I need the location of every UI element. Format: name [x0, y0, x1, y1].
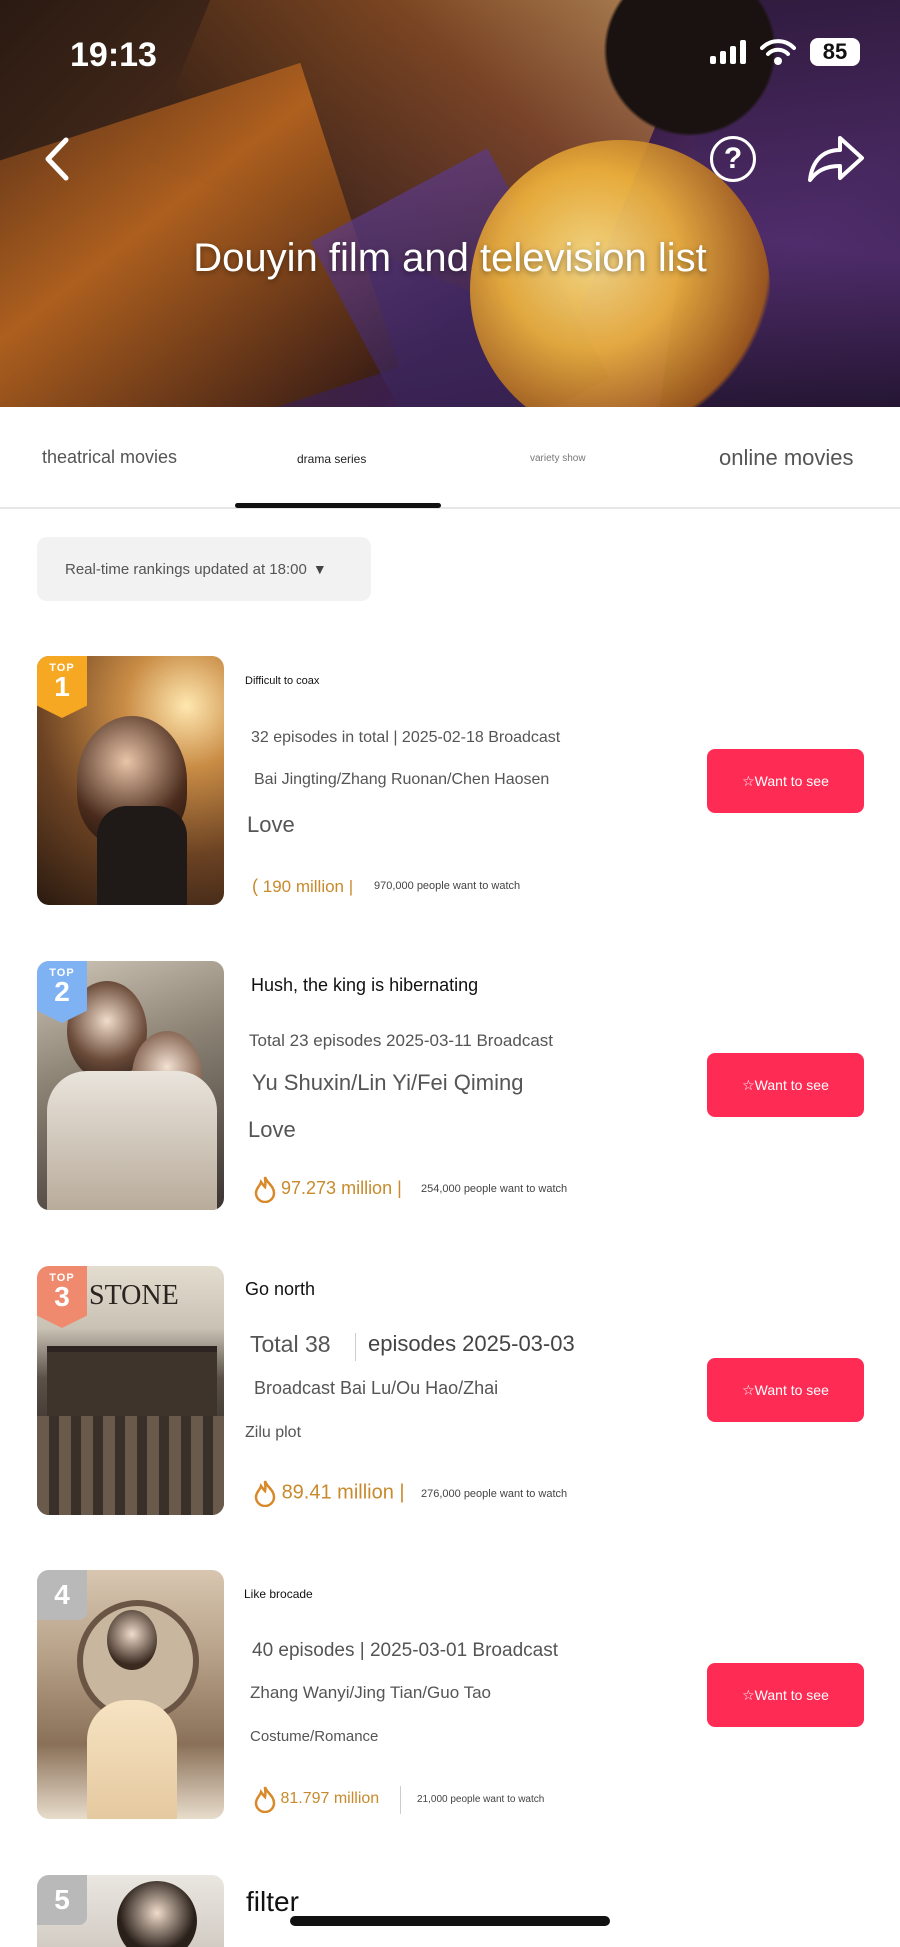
- status-time: 19:13: [70, 36, 157, 74]
- item-genre: Costume/Romance: [250, 1728, 379, 1745]
- ranking-update-dropdown[interactable]: Real-time rankings updated at 18:00 ▼: [37, 537, 371, 601]
- item-episodes: Total 23 episodes 2025-03-11 Broadcast: [249, 1031, 553, 1050]
- item-episodes: 40 episodes | 2025-03-01 Broadcast: [252, 1640, 558, 1661]
- item-episodes: 32 episodes in total | 2025-02-18 Broadc…: [251, 729, 561, 746]
- back-icon[interactable]: [38, 134, 78, 184]
- rank-badge: 4: [37, 1570, 87, 1620]
- tab-theatrical-movies[interactable]: theatrical movies: [42, 447, 177, 468]
- item-title: Hush, the king is hibernating: [251, 975, 479, 995]
- item-want-count: 254,000 people want to watch: [421, 1183, 568, 1195]
- caret-down-icon: ▼: [312, 561, 327, 577]
- poster-image[interactable]: 4: [37, 1570, 224, 1819]
- item-heat: 81.797 million: [254, 1785, 379, 1813]
- divider: [400, 1786, 401, 1814]
- item-title: Like brocade: [244, 1587, 313, 1601]
- flame-icon: (: [252, 876, 258, 896]
- update-chip-label: Real-time rankings updated at 18:00: [65, 560, 307, 578]
- poster-calligraphy: [67, 1131, 187, 1181]
- item-cast: Zhang Wanyi/Jing Tian/Guo Tao: [250, 1683, 491, 1702]
- item-genre: Love: [247, 812, 295, 837]
- item-episodes-date: episodes 2025-03-03: [368, 1331, 575, 1356]
- rank-badge: TOP 3: [37, 1266, 87, 1328]
- item-heat: 97.273 million |: [254, 1175, 402, 1203]
- tab-online-movies[interactable]: online movies: [719, 445, 854, 471]
- page-title: Douyin film and television list: [193, 236, 707, 280]
- rank-badge: 5: [37, 1875, 87, 1925]
- item-genre: Zilu plot: [245, 1424, 302, 1441]
- poster-image[interactable]: STONE TOP 3: [37, 1266, 224, 1515]
- poster-title: STONE: [89, 1280, 179, 1311]
- item-want-count: 21,000 people want to watch: [417, 1794, 545, 1805]
- active-tab-indicator: [235, 503, 441, 508]
- help-icon[interactable]: ?: [710, 136, 756, 182]
- item-heat: 89.41 million |: [254, 1479, 405, 1507]
- tab-variety-show[interactable]: variety show: [530, 453, 586, 464]
- poster-image[interactable]: TOP 2: [37, 961, 224, 1210]
- category-tabs: theatrical movies drama series variety s…: [0, 407, 900, 509]
- signal-icon: [710, 40, 746, 64]
- item-heat: ( 190 million |: [252, 876, 354, 896]
- want-to-see-button[interactable]: ☆Want to see: [707, 1358, 864, 1422]
- item-episodes-count: Total 38: [250, 1331, 331, 1357]
- item-title: Difficult to coax: [245, 675, 320, 687]
- rank-badge: TOP 2: [37, 961, 87, 1023]
- battery-icon: 85: [810, 38, 860, 66]
- share-icon[interactable]: [806, 132, 866, 184]
- header-banner: 19:13 85 ? Douyin film and television li…: [0, 0, 900, 407]
- item-title: filter: [246, 1886, 299, 1917]
- poster-image[interactable]: TOP 1: [37, 656, 224, 905]
- flame-icon: [254, 1176, 276, 1203]
- want-to-see-button[interactable]: ☆Want to see: [707, 749, 864, 813]
- item-want-count: 276,000 people want to watch: [421, 1488, 568, 1500]
- want-to-see-button[interactable]: ☆Want to see: [707, 1663, 864, 1727]
- want-to-see-button[interactable]: ☆Want to see: [707, 1053, 864, 1117]
- poster-image[interactable]: 5: [37, 1875, 224, 1947]
- flame-icon: [254, 1786, 276, 1813]
- item-title: Go north: [245, 1279, 316, 1299]
- item-want-count: 970,000 people want to watch: [374, 880, 521, 892]
- home-indicator: [290, 1916, 610, 1926]
- item-cast: Broadcast Bai Lu/Ou Hao/Zhai: [254, 1378, 499, 1398]
- flame-icon: [254, 1480, 276, 1507]
- item-genre: Love: [248, 1117, 296, 1142]
- item-cast: Bai Jingting/Zhang Ruonan/Chen Haosen: [254, 771, 550, 788]
- divider: [355, 1333, 356, 1361]
- wifi-icon: [760, 39, 796, 65]
- item-cast: Yu Shuxin/Lin Yi/Fei Qiming: [252, 1070, 524, 1095]
- tab-drama-series[interactable]: drama series: [297, 452, 366, 466]
- rank-badge: TOP 1: [37, 656, 87, 718]
- status-icons: 85: [710, 38, 860, 66]
